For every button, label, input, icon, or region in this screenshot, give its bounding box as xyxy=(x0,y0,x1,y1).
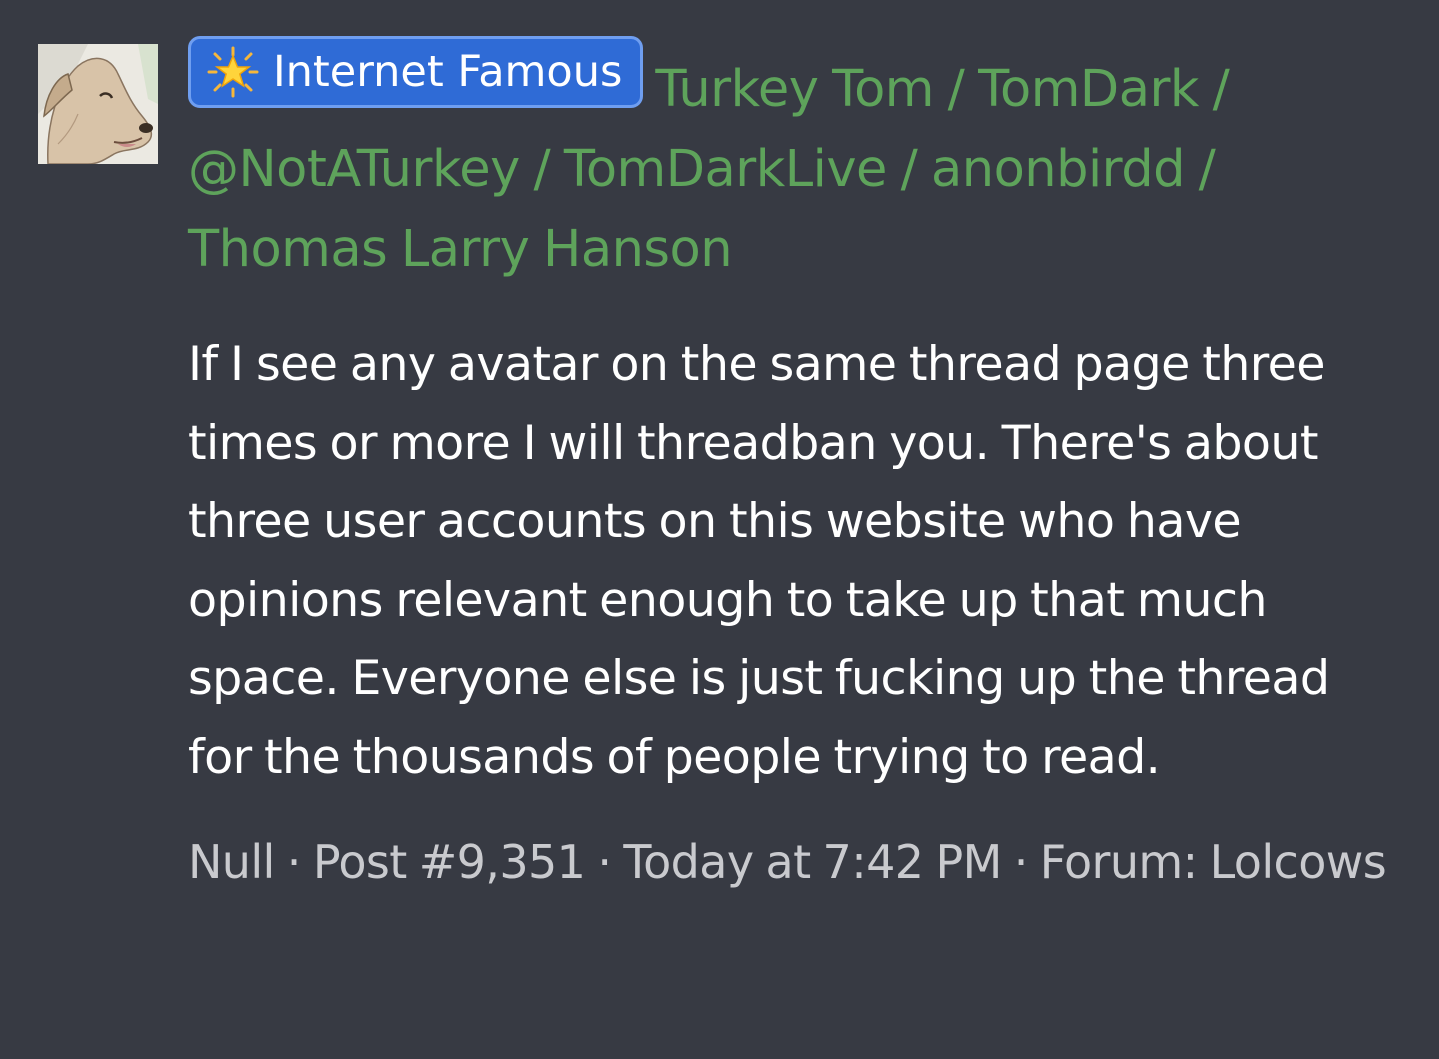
forum-post: Internet Famous Turkey Tom / TomDark / @… xyxy=(0,0,1439,1059)
post-timestamp-link[interactable]: Today at 7:42 PM xyxy=(623,835,1002,889)
post-content: Internet Famous Turkey Tom / TomDark / @… xyxy=(188,36,1403,899)
post-number-link[interactable]: Post #9,351 xyxy=(313,835,586,889)
post-body: If I see any avatar on the same thread p… xyxy=(188,337,1330,785)
star-icon xyxy=(207,46,259,98)
meta-separator: · xyxy=(286,835,302,889)
meta-separator: · xyxy=(597,835,612,889)
user-avatar[interactable] xyxy=(38,44,158,164)
meta-separator: · xyxy=(1013,835,1029,889)
forum-name-link[interactable]: Lolcows xyxy=(1210,835,1387,889)
badge-label: Internet Famous xyxy=(273,46,623,97)
post-meta: Null · Post #9,351 · Today at 7:42 PM · … xyxy=(188,825,1388,899)
user-banner-badge[interactable]: Internet Famous xyxy=(188,36,644,108)
post-header: Internet Famous Turkey Tom / TomDark / @… xyxy=(188,36,1403,290)
forum-label: Forum: xyxy=(1039,835,1198,889)
dog-avatar-icon xyxy=(38,44,158,164)
poster-name-link[interactable]: Null xyxy=(188,835,275,889)
